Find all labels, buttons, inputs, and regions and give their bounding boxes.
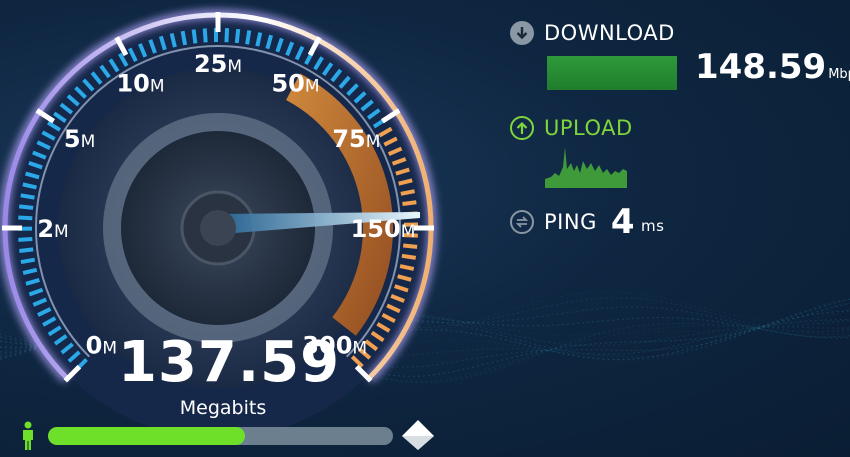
current-speed-unit: Megabits <box>179 397 267 419</box>
gauge-tick-dash <box>402 200 417 207</box>
gauge-tick-dash <box>18 215 33 221</box>
gauge-tick-dash <box>191 29 198 44</box>
ping-header: PING 4 ms <box>510 205 664 239</box>
download-value-group: 148.59Mbps <box>695 50 850 84</box>
download-label: DOWNLOAD <box>544 21 675 45</box>
download-header: DOWNLOAD <box>510 21 675 45</box>
ping-icon <box>510 210 534 234</box>
results-panel: DOWNLOAD 148.59Mbps UPLOAD PING 4 ms <box>505 0 850 260</box>
gauge-tick-dash <box>202 28 208 43</box>
ping-unit: ms <box>641 217 665 235</box>
gauge-tick-dash <box>234 28 241 44</box>
gauge-tick-dash <box>20 193 35 200</box>
upload-arrow-icon <box>510 116 534 140</box>
gauge-tick-dash <box>18 204 34 210</box>
gauge-tick-dash <box>400 189 415 196</box>
needle-cap <box>200 210 236 246</box>
gauge-tick-dash <box>245 30 252 45</box>
server-marker-icon <box>402 420 434 450</box>
upload-header: UPLOAD <box>510 116 633 140</box>
gauge-tick-dash <box>19 247 34 253</box>
download-value: 148.59 <box>695 47 827 87</box>
ping-label: PING <box>544 210 597 234</box>
gauge-tick-dash <box>399 264 415 271</box>
download-unit: Mbps <box>828 67 850 82</box>
gauge-tick-dash <box>224 28 230 43</box>
test-progress-fill <box>48 427 245 445</box>
gauge-tick-dash <box>402 243 418 249</box>
gauge-tick-dash <box>401 253 417 260</box>
person-icon <box>23 421 33 450</box>
download-bar <box>547 56 677 90</box>
upload-graph <box>545 147 627 188</box>
speedtest-app: 0M 2M 5M 10M 25M 50M 75M 150M 300M 137.59 Megabi… <box>0 0 850 457</box>
upload-label: UPLOAD <box>544 116 633 140</box>
test-progress-bar <box>48 427 393 445</box>
gauge-tick-dash <box>20 257 36 265</box>
download-arrow-icon <box>510 21 534 45</box>
current-speed-value: 137.59 <box>118 330 341 395</box>
gauge-tick-dash <box>180 30 188 46</box>
gauge-tick-dash <box>18 237 33 242</box>
ping-value: 4 <box>610 202 636 242</box>
